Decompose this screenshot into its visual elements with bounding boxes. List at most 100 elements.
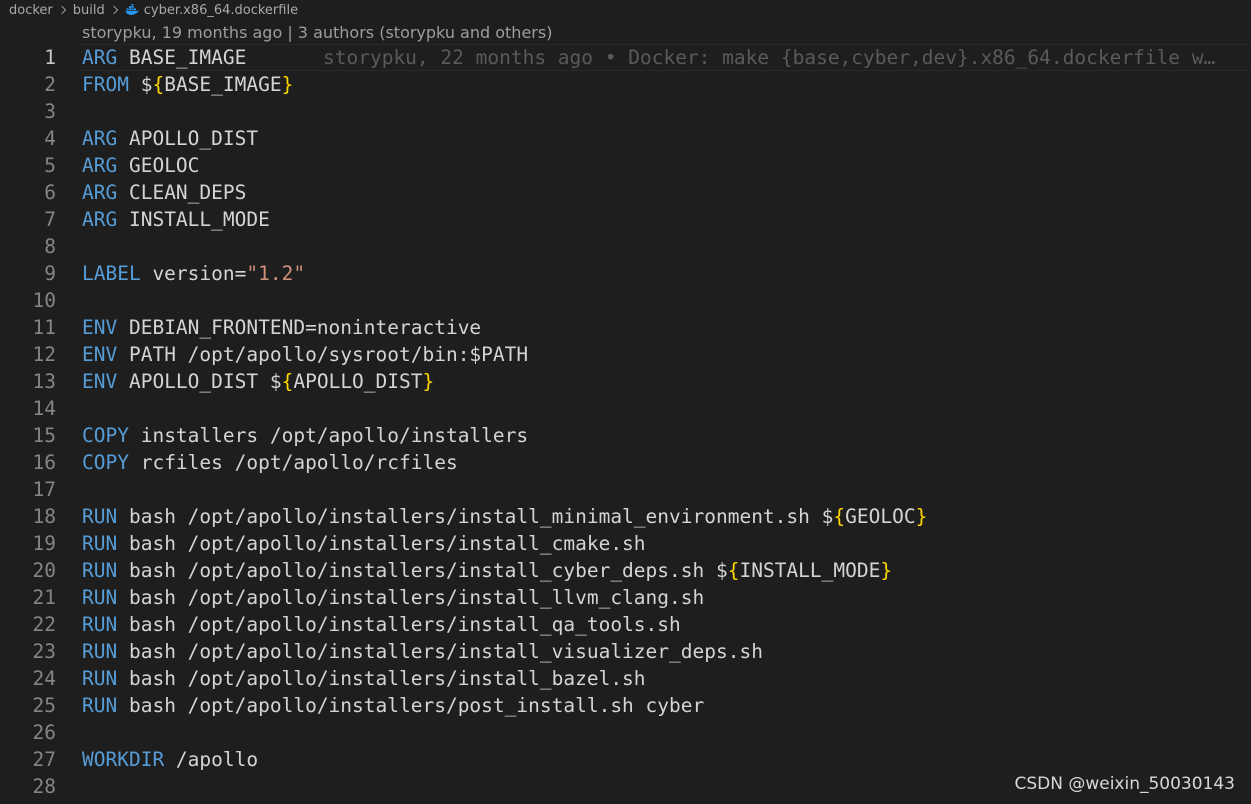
code-line-content: RUN bash /opt/apollo/installers/install_… <box>82 611 681 638</box>
code-line[interactable]: 12 ENV PATH /opt/apollo/sysroot/bin:$PATH <box>0 341 1251 368</box>
text-token: bash /opt/apollo/installers/install_cmak… <box>117 532 646 555</box>
code-line[interactable]: 2 FROM ${BASE_IMAGE} <box>0 71 1251 98</box>
text-token: INSTALL_MODE <box>739 559 881 582</box>
brace-token: { <box>833 505 846 528</box>
brace-token: } <box>281 73 294 96</box>
line-number: 7 <box>44 208 56 231</box>
text-token: PATH /opt/apollo/sysroot/bin:$PATH <box>117 343 529 366</box>
brace-token: { <box>727 559 740 582</box>
line-number: 5 <box>44 154 56 177</box>
code-line[interactable]: 18 RUN bash /opt/apollo/installers/instal… <box>0 503 1251 530</box>
code-line[interactable]: 9 LABEL version="1.2" <box>0 260 1251 287</box>
code-line[interactable]: 1 ARG BASE_IMAGE storypku, 22 months ago •… <box>0 44 1251 71</box>
keyword-token: ENV <box>82 316 118 339</box>
string-token: "1.2" <box>246 262 306 285</box>
code-line[interactable]: 10 <box>0 287 1251 314</box>
code-line-content: WORKDIR /apollo <box>82 746 258 773</box>
code-line[interactable]: 26 <box>0 719 1251 746</box>
line-number: 3 <box>44 100 56 123</box>
code-line[interactable]: 19 RUN bash /opt/apollo/installers/instal… <box>0 530 1251 557</box>
keyword-token: ARG <box>82 181 118 204</box>
code-line-content: FROM ${BASE_IMAGE} <box>82 71 293 98</box>
line-number: 16 <box>32 451 56 474</box>
line-number: 17 <box>32 478 56 501</box>
text-token: /apollo <box>164 748 259 771</box>
keyword-token: COPY <box>82 424 129 447</box>
code-line[interactable]: 25 RUN bash /opt/apollo/installers/post_i… <box>0 692 1251 719</box>
code-line[interactable]: 24 RUN bash /opt/apollo/installers/instal… <box>0 665 1251 692</box>
code-line[interactable]: 8 <box>0 233 1251 260</box>
text-token: APOLLO_DIST <box>293 370 423 393</box>
line-number: 14 <box>32 397 56 420</box>
code-line-content: ARG APOLLO_DIST <box>82 125 258 152</box>
text-token: bash /opt/apollo/installers/install_cybe… <box>117 559 728 582</box>
code-line-content: COPY installers /opt/apollo/installers <box>82 422 528 449</box>
keyword-token: RUN <box>82 640 118 663</box>
keyword-token: ENV <box>82 370 118 393</box>
code-line-content: ENV DEBIAN_FRONTEND=noninteractive <box>82 314 481 341</box>
line-number: 6 <box>44 181 56 204</box>
code-line[interactable]: 23 RUN bash /opt/apollo/installers/instal… <box>0 638 1251 665</box>
keyword-token: RUN <box>82 505 118 528</box>
breadcrumb-item-build[interactable]: build <box>73 3 105 18</box>
code-line[interactable]: 3 <box>0 98 1251 125</box>
text-token: INSTALL_MODE <box>117 208 270 231</box>
line-number: 12 <box>32 343 56 366</box>
breadcrumb-item-file[interactable]: cyber.x86_64.dockerfile <box>144 3 298 18</box>
code-line-content: RUN bash /opt/apollo/installers/install_… <box>82 665 646 692</box>
text-token: bash /opt/apollo/installers/install_qa_t… <box>117 613 681 636</box>
line-number: 27 <box>32 748 56 771</box>
editor-code-area[interactable]: 1 ARG BASE_IMAGE storypku, 22 months ago •… <box>0 44 1251 800</box>
code-line-content: RUN bash /opt/apollo/installers/install_… <box>82 638 763 665</box>
keyword-token: FROM <box>82 73 129 96</box>
line-number: 20 <box>32 559 56 582</box>
text-token: bash /opt/apollo/installers/install_visu… <box>117 640 763 663</box>
brace-token: } <box>880 559 893 582</box>
code-line[interactable]: 20 RUN bash /opt/apollo/installers/instal… <box>0 557 1251 584</box>
line-number: 26 <box>32 721 56 744</box>
code-line[interactable]: 27 WORKDIR /apollo <box>0 746 1251 773</box>
text-token: $ <box>128 73 153 96</box>
code-line[interactable]: 14 <box>0 395 1251 422</box>
breadcrumb-item-docker[interactable]: docker <box>9 3 53 18</box>
line-number: 9 <box>44 262 56 285</box>
code-line[interactable]: 13 ENV APOLLO_DIST ${APOLLO_DIST} <box>0 368 1251 395</box>
git-codelens-authors[interactable]: storypku, 19 months ago | 3 authors (sto… <box>82 21 552 45</box>
keyword-token: ARG <box>82 46 118 69</box>
code-line[interactable]: 21 RUN bash /opt/apollo/installers/instal… <box>0 584 1251 611</box>
breadcrumb: docker build cyber.x86_64.dockerfile <box>9 0 298 20</box>
code-line[interactable]: 4 ARG APOLLO_DIST <box>0 125 1251 152</box>
text-token: version= <box>140 262 247 285</box>
code-line-content: RUN bash /opt/apollo/installers/install_… <box>82 557 892 584</box>
code-line[interactable]: 7 ARG INSTALL_MODE <box>0 206 1251 233</box>
code-line[interactable]: 16 COPY rcfiles /opt/apollo/rcfiles <box>0 449 1251 476</box>
keyword-token: LABEL <box>82 262 141 285</box>
chevron-right-icon <box>57 5 67 15</box>
code-line-content: COPY rcfiles /opt/apollo/rcfiles <box>82 449 458 476</box>
code-line[interactable]: 5 ARG GEOLOC <box>0 152 1251 179</box>
code-line[interactable]: 11 ENV DEBIAN_FRONTEND=noninteractive <box>0 314 1251 341</box>
keyword-token: ARG <box>82 208 118 231</box>
keyword-token: ENV <box>82 343 118 366</box>
text-token: installers /opt/apollo/installers <box>128 424 529 447</box>
code-line-content: RUN bash /opt/apollo/installers/install_… <box>82 503 927 530</box>
keyword-token: RUN <box>82 667 118 690</box>
code-line-content: RUN bash /opt/apollo/installers/install_… <box>82 530 646 557</box>
line-number: 8 <box>44 235 56 258</box>
text-token: GEOLOC <box>117 154 200 177</box>
line-number: 15 <box>32 424 56 447</box>
text-token: CLEAN_DEPS <box>117 181 247 204</box>
text-token: bash /opt/apollo/installers/install_llvm… <box>117 586 705 609</box>
text-token: bash /opt/apollo/installers/install_mini… <box>117 505 834 528</box>
code-line[interactable]: 6 ARG CLEAN_DEPS <box>0 179 1251 206</box>
keyword-token: RUN <box>82 586 118 609</box>
keyword-token: RUN <box>82 532 118 555</box>
text-token: bash /opt/apollo/installers/install_baze… <box>117 667 646 690</box>
code-line[interactable]: 15 COPY installers /opt/apollo/installers <box>0 422 1251 449</box>
keyword-token: ARG <box>82 127 118 150</box>
line-number: 18 <box>32 505 56 528</box>
keyword-token: WORKDIR <box>82 748 165 771</box>
line-number: 11 <box>32 316 56 339</box>
code-line[interactable]: 17 <box>0 476 1251 503</box>
code-line[interactable]: 22 RUN bash /opt/apollo/installers/instal… <box>0 611 1251 638</box>
